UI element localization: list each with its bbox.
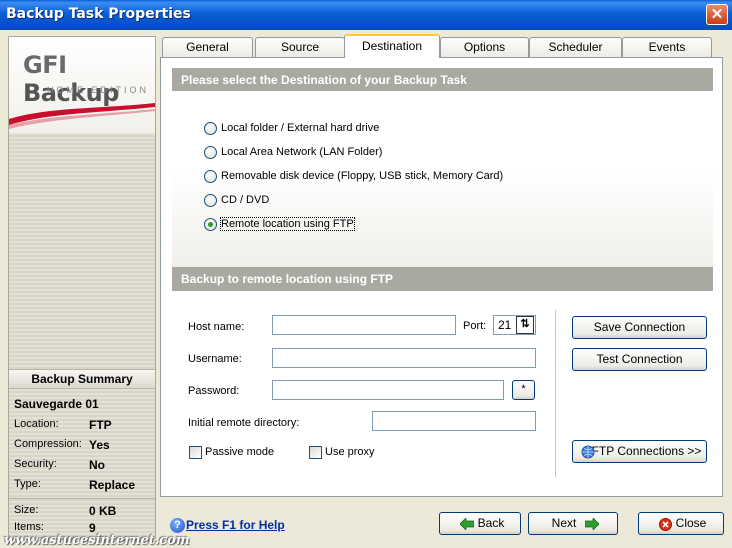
help-icon[interactable]: ? bbox=[170, 518, 185, 533]
tab-scheduler[interactable]: Scheduler bbox=[529, 37, 622, 57]
globe-computer-icon bbox=[581, 445, 595, 459]
port-spinner-icon[interactable]: ⇅ bbox=[516, 316, 534, 334]
summary-task-name: Sauvegarde 01 bbox=[14, 397, 99, 411]
window-close-button[interactable]: ✕ bbox=[706, 4, 728, 25]
passive-mode-label: Passive mode bbox=[205, 446, 275, 458]
port-value: 21 bbox=[498, 318, 512, 332]
logo-swoosh-icon bbox=[9, 103, 155, 129]
use-proxy-label: Use proxy bbox=[325, 446, 375, 458]
help-link[interactable]: Press F1 for Help bbox=[186, 518, 285, 532]
close-label: Close bbox=[675, 516, 707, 530]
option-removable-disk[interactable]: Removable disk device (Floppy, USB stick… bbox=[204, 167, 503, 185]
option-label: Local Area Network (LAN Folder) bbox=[221, 146, 383, 158]
summary-value: No bbox=[89, 458, 105, 472]
next-button[interactable]: Next bbox=[528, 512, 618, 535]
summary-value: FTP bbox=[89, 418, 112, 432]
summary-value: 0 KB bbox=[89, 504, 117, 518]
watermark: www.astucesinternet.com bbox=[4, 533, 190, 548]
summary-row-security: Security: No bbox=[14, 458, 154, 478]
radio-button[interactable] bbox=[204, 145, 217, 159]
tab-events[interactable]: Events bbox=[622, 37, 712, 57]
destination-section-header: Please select the Destination of your Ba… bbox=[172, 68, 713, 92]
radio-button[interactable] bbox=[204, 121, 217, 135]
option-label: CD / DVD bbox=[221, 194, 270, 206]
remote-directory-label: Initial remote directory: bbox=[188, 417, 300, 429]
radio-button[interactable] bbox=[204, 169, 217, 183]
host-name-input[interactable] bbox=[272, 315, 456, 335]
summary-value: Replace bbox=[89, 478, 136, 492]
option-label: Local folder / External hard drive bbox=[221, 122, 380, 134]
summary-key: Size: bbox=[14, 504, 39, 516]
back-label: Back bbox=[477, 516, 505, 530]
ftp-connections-label: FTP Connections >> bbox=[591, 444, 702, 458]
summary-key: Security: bbox=[14, 458, 57, 470]
arrow-left-icon bbox=[460, 518, 474, 530]
remote-directory-input[interactable] bbox=[372, 411, 536, 431]
logo: GFI Backup HOME EDITION bbox=[9, 37, 155, 133]
tab-source[interactable]: Source bbox=[255, 37, 345, 57]
summary-row-location: Location: FTP bbox=[14, 418, 154, 438]
passive-mode-checkbox[interactable] bbox=[189, 446, 202, 459]
tab-general[interactable]: General bbox=[162, 37, 253, 57]
option-lan-folder[interactable]: Local Area Network (LAN Folder) bbox=[204, 143, 382, 161]
close-x-icon bbox=[659, 518, 672, 531]
test-connection-button[interactable]: Test Connection bbox=[572, 348, 707, 371]
tab-options[interactable]: Options bbox=[440, 37, 529, 57]
summary-value: Yes bbox=[89, 438, 110, 452]
option-local-folder[interactable]: Local folder / External hard drive bbox=[204, 119, 379, 137]
summary-key: Items: bbox=[14, 521, 44, 533]
ftp-section-header: Backup to remote location using FTP bbox=[172, 267, 713, 291]
close-button[interactable]: Close bbox=[638, 512, 724, 535]
summary-row-compression: Compression: Yes bbox=[14, 438, 154, 458]
left-panel: GFI Backup HOME EDITION Backup Summary S… bbox=[8, 36, 156, 538]
window-title: Backup Task Properties bbox=[6, 6, 191, 22]
port-label: Port: bbox=[463, 320, 487, 332]
tab-destination[interactable]: Destination bbox=[344, 34, 440, 58]
title-bar: Backup Task Properties ✕ bbox=[0, 0, 732, 30]
option-remote-ftp[interactable]: Remote location using FTP bbox=[204, 215, 355, 233]
password-label: Password: bbox=[188, 385, 240, 397]
radio-button-selected[interactable] bbox=[204, 217, 217, 231]
use-proxy-checkbox[interactable] bbox=[309, 446, 322, 459]
back-button[interactable]: Back bbox=[439, 512, 521, 535]
username-input[interactable] bbox=[272, 348, 536, 368]
arrow-right-icon bbox=[585, 518, 599, 530]
summary-divider bbox=[9, 498, 155, 499]
logo-gfi: GFI bbox=[23, 51, 67, 79]
option-cd-dvd[interactable]: CD / DVD bbox=[204, 191, 269, 209]
summary-row-type: Type: Replace bbox=[14, 478, 154, 498]
show-password-button[interactable]: * bbox=[512, 380, 535, 400]
backup-summary-header: Backup Summary bbox=[9, 369, 155, 389]
tab-panel-destination: Please select the Destination of your Ba… bbox=[160, 57, 723, 497]
ftp-connections-button[interactable]: FTP Connections >> bbox=[572, 440, 707, 463]
password-input[interactable] bbox=[272, 380, 504, 400]
option-label: Removable disk device (Floppy, USB stick… bbox=[221, 170, 504, 182]
username-label: Username: bbox=[188, 353, 242, 365]
save-connection-button[interactable]: Save Connection bbox=[572, 316, 707, 339]
summary-key: Location: bbox=[14, 418, 59, 430]
summary-key: Type: bbox=[14, 478, 41, 490]
host-name-label: Host name: bbox=[188, 321, 245, 333]
option-label: Remote location using FTP bbox=[220, 217, 355, 231]
next-label: Next bbox=[551, 516, 577, 530]
ftp-divider bbox=[555, 310, 556, 477]
logo-edition: HOME EDITION bbox=[47, 85, 150, 95]
radio-button[interactable] bbox=[204, 193, 217, 207]
summary-key: Compression: bbox=[14, 438, 82, 450]
